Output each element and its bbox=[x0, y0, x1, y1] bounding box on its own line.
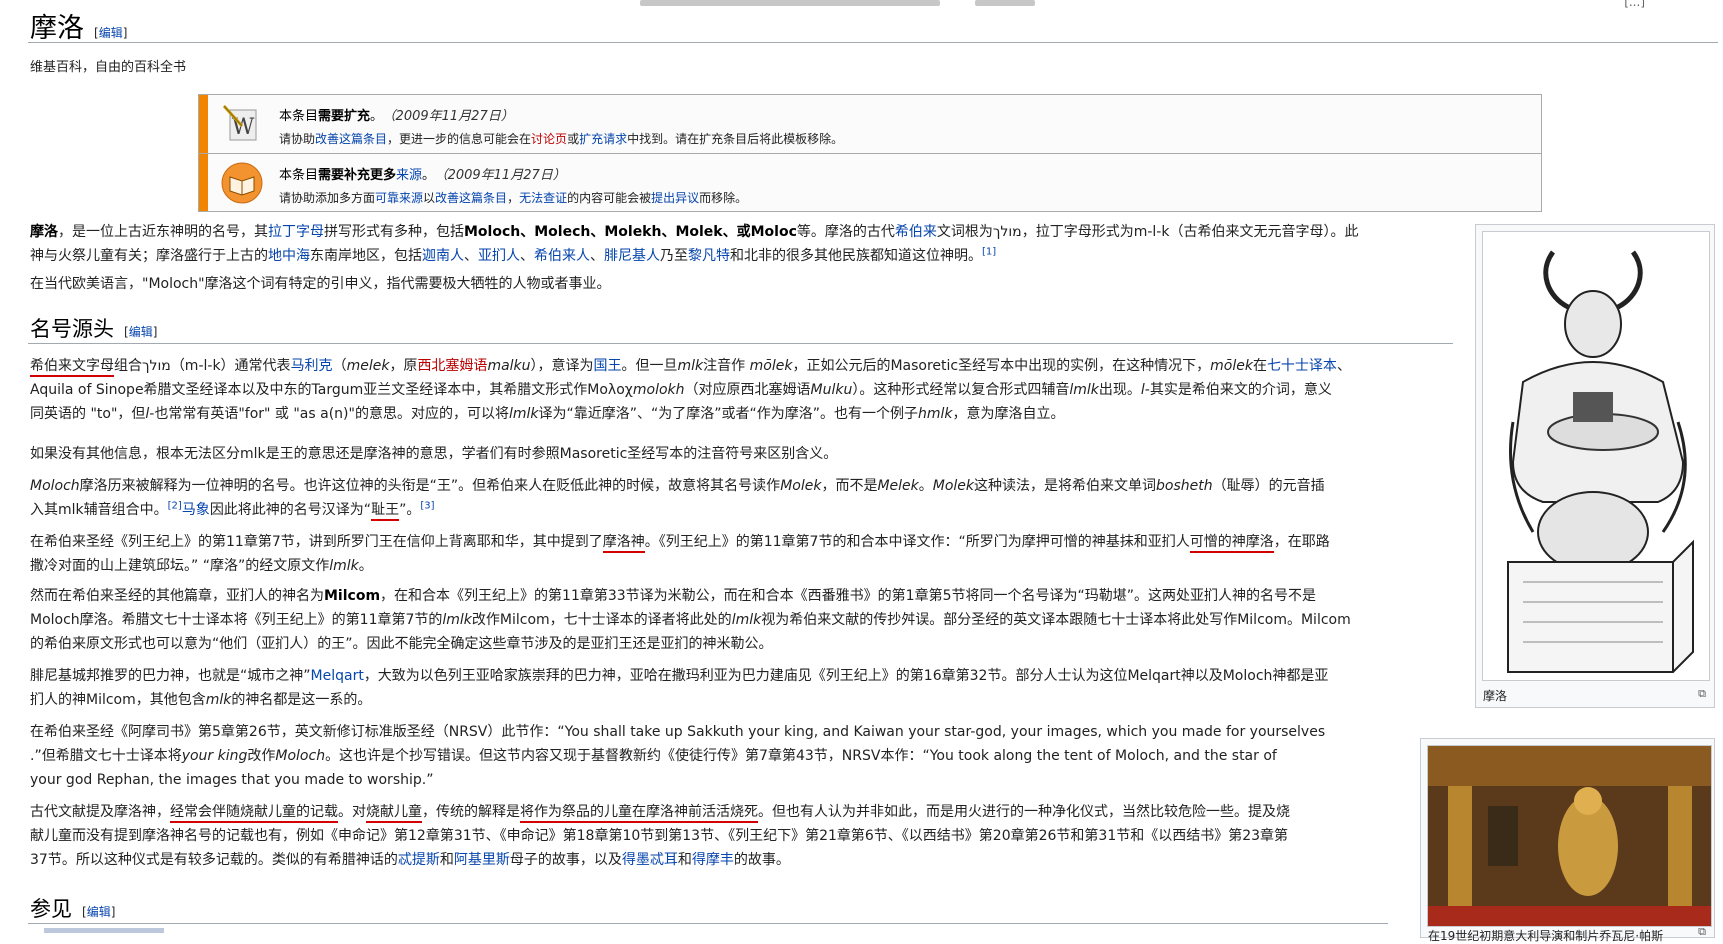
ambox-sources: 本条目需要补充更多来源。 （2009年11月27日） 请协助添加多方面可靠来源以改… bbox=[198, 153, 1542, 212]
ref-1[interactable]: [1] bbox=[982, 246, 996, 257]
origin-paragraph-4: 在希伯来圣经《列王纪上》的第11章第7节，讲到所罗门王在信仰上背离耶和华，其中提… bbox=[30, 534, 1330, 574]
magnify-icon-2[interactable]: ⧉ bbox=[1698, 925, 1706, 939]
ambox2-line2: 请协助添加多方面可靠来源以改善这篇条目，无法查证的内容可能会被提出异议而移除。 bbox=[279, 191, 748, 205]
site-subtitle: 维基百科，自由的百科全书 bbox=[30, 60, 187, 75]
sources-link[interactable]: 来源 bbox=[396, 168, 422, 183]
improve-link-2[interactable]: 改善这篇条目 bbox=[435, 191, 507, 205]
hebrew-link[interactable]: 希伯来 bbox=[895, 224, 937, 240]
hebrews-link[interactable]: 希伯来人 bbox=[534, 248, 590, 264]
book-icon bbox=[221, 162, 263, 204]
ambox1-line2: 请协助改善这篇条目，更进一步的信息可能会在讨论页或扩充请求中找到。请在扩充条目后… bbox=[279, 132, 844, 146]
levant-link[interactable]: 黎凡特 bbox=[688, 248, 730, 264]
article-page: [...] 摩洛 [编辑] 维基百科，自由的百科全书 W 本条目需要扩充。 （200… bbox=[0, 0, 1723, 943]
page-title: 摩洛 [编辑] bbox=[30, 6, 127, 45]
demophon-link[interactable]: 得摩丰 bbox=[692, 852, 734, 868]
intro-paragraph: 摩洛，是一位上古近东神明的名号，其拉丁字母拼写形式有多种，包括Moloch、Mo… bbox=[30, 224, 1359, 264]
thumbnail-moloch-engraving: 摩洛 ⧉ bbox=[1475, 224, 1715, 708]
thetis-link[interactable]: 忒提斯 bbox=[398, 852, 440, 868]
ambox2-line1: 本条目需要补充更多来源。 （2009年11月27日） bbox=[279, 168, 566, 183]
origin-paragraph-1: 希伯来文字母组合מולך（m-l-k）通常代表马利克（melek，原西北塞姆语m… bbox=[30, 358, 1351, 422]
phoenicians-link[interactable]: 腓尼基人 bbox=[604, 248, 660, 264]
section-rule bbox=[28, 343, 1453, 344]
reliable-sources-link[interactable]: 可靠来源 bbox=[375, 191, 423, 205]
expand-request-link[interactable]: 扩充请求 bbox=[579, 132, 627, 146]
intro-paragraph-2: 在当代欧美语言，"Moloch"摩洛这个词有特定的引申义，指代需要极大牺牲的人物… bbox=[30, 276, 611, 292]
challenge-link[interactable]: 提出异议 bbox=[651, 191, 699, 205]
section-edit-link[interactable]: 编辑 bbox=[129, 325, 153, 339]
ammonites-link[interactable]: 亚扪人 bbox=[478, 248, 520, 264]
demeter-link[interactable]: 得墨忒耳 bbox=[622, 852, 678, 868]
maxiang-link[interactable]: 马象 bbox=[182, 502, 210, 518]
cropped-header-text-2 bbox=[975, 0, 1035, 6]
cropped-list-item bbox=[44, 928, 164, 933]
improve-link[interactable]: 改善这篇条目 bbox=[315, 132, 387, 146]
title-edit: [编辑] bbox=[94, 26, 128, 40]
title-rule bbox=[28, 42, 1718, 43]
origin-paragraph-5: 然而在希伯来圣经的其他篇章，亚扪人的神名为Milcom，在和合本《列王纪上》的第… bbox=[30, 588, 1351, 652]
thumbnail-cabiria: 在19世纪初期意大利导演和制片乔瓦尼·帕斯 ⧉ bbox=[1420, 738, 1715, 943]
mediterranean-link[interactable]: 地中海 bbox=[268, 248, 310, 264]
latin-alphabet-link[interactable]: 拉丁字母 bbox=[268, 224, 324, 240]
ambox-bar bbox=[199, 154, 208, 211]
septuagint-link[interactable]: 七十士译本 bbox=[1267, 358, 1337, 374]
section-heading-origin: 名号源头 [编辑] bbox=[30, 317, 158, 341]
ambox-expand: W 本条目需要扩充。 （2009年11月27日） 请协助改善这篇条目，更进一步的信… bbox=[198, 94, 1542, 154]
page-title-text: 摩洛 bbox=[30, 13, 84, 44]
moloch-figure-icon bbox=[1483, 232, 1709, 680]
origin-paragraph-3: Moloch摩洛历来被解释为一位神明的名号。也许这位神的头衔是“王”。但希伯来人… bbox=[30, 474, 1450, 522]
see-also-edit-link[interactable]: 编辑 bbox=[87, 905, 111, 919]
nw-semitic-link[interactable]: 西北塞姆语 bbox=[417, 358, 487, 374]
cabiria-still-image[interactable] bbox=[1427, 745, 1712, 927]
moloch-engraving-image[interactable] bbox=[1482, 231, 1710, 681]
ambox1-line1: 本条目需要扩充。 （2009年11月27日） bbox=[279, 109, 514, 124]
ref-3[interactable]: [3] bbox=[420, 500, 434, 511]
thumbnail-caption: 摩洛 bbox=[1483, 689, 1508, 703]
melqart-link[interactable]: Melqart bbox=[311, 668, 364, 684]
wiki-expand-icon: W bbox=[222, 104, 257, 141]
title-edit-link[interactable]: 编辑 bbox=[99, 26, 123, 40]
film-still-icon bbox=[1428, 746, 1711, 926]
magnify-icon[interactable]: ⧉ bbox=[1698, 687, 1706, 701]
verifiability-link[interactable]: 无法查证 bbox=[519, 191, 567, 205]
achilles-link[interactable]: 阿基里斯 bbox=[454, 852, 510, 868]
origin-paragraph-2: 如果没有其他信息，根本无法区分mlk是王的意思还是摩洛神的意思，学者们有时参照M… bbox=[30, 446, 838, 462]
see-also-rule bbox=[28, 923, 1388, 924]
section-heading-see-also: 参见 [编辑] bbox=[30, 897, 116, 921]
cropped-top-right: [...] bbox=[1624, 0, 1645, 9]
malik-link[interactable]: 马利克 bbox=[291, 358, 333, 374]
talk-link[interactable]: 讨论页 bbox=[531, 132, 567, 146]
origin-paragraph-8: 古代文献提及摩洛神，经常会伴随烧献儿童的记载。对烧献儿童，传统的解释是将作为祭品… bbox=[30, 804, 1290, 868]
origin-paragraph-6: 腓尼基城邦推罗的巴力神，也就是“城市之神”Melqart，大致为以色列王亚哈家族… bbox=[30, 668, 1329, 708]
canaanites-link[interactable]: 迦南人 bbox=[422, 248, 464, 264]
origin-paragraph-7: 在希伯来圣经《阿摩司书》第5章第26节，英文新修订标准版圣经（NRSV）此节作：… bbox=[30, 724, 1326, 788]
cropped-header-text bbox=[640, 0, 940, 6]
ambox-bar bbox=[199, 95, 208, 153]
thumbnail-caption-2: 在19世纪初期意大利导演和制片乔瓦尼·帕斯 bbox=[1428, 929, 1664, 943]
king-link[interactable]: 国王 bbox=[594, 358, 622, 374]
ref-2[interactable]: [2] bbox=[168, 500, 182, 511]
